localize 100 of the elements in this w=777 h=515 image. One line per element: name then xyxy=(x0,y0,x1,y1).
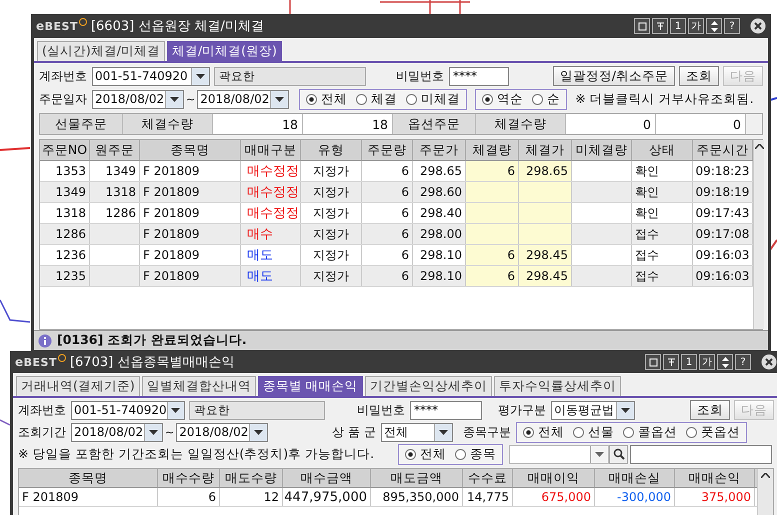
window-icon[interactable] xyxy=(645,354,661,370)
field-label: 계좌번호 xyxy=(39,68,87,84)
column-header: 체결량 xyxy=(466,140,519,160)
account-select[interactable]: 001-51-740920 xyxy=(71,400,185,420)
scrollbar[interactable] xyxy=(757,469,773,515)
column-header: 매매손실 xyxy=(595,469,675,487)
help-button[interactable]: ? xyxy=(724,18,740,34)
action-button[interactable]: 일괄정정/취소주문 xyxy=(552,66,675,86)
number-button[interactable]: 1 xyxy=(670,18,686,34)
table-cell: 매수 xyxy=(241,224,301,244)
column-header: 매수수량 xyxy=(158,469,220,487)
font-button[interactable]: 가 xyxy=(688,18,704,34)
updown-icon[interactable] xyxy=(706,18,722,34)
tab[interactable]: 일별체결합산내역 xyxy=(142,376,256,396)
field-label: 조회기간 xyxy=(18,424,66,440)
field-label: 비밀번호 xyxy=(357,402,405,418)
help-button[interactable]: ? xyxy=(735,354,751,370)
product-select[interactable]: 전체 xyxy=(380,422,453,442)
table-cell: 확인 xyxy=(632,203,693,223)
search-icon[interactable] xyxy=(609,444,628,464)
tab[interactable]: 투자수익률상세추이 xyxy=(494,376,621,396)
status-message: [0136] 조회가 완료되었습니다. xyxy=(57,332,247,349)
column-header: 주문NO xyxy=(40,140,90,160)
table-cell: 1286 xyxy=(90,203,140,223)
instrument-radio[interactable]: 전체 xyxy=(522,424,564,440)
range-separator: ~ xyxy=(186,92,196,106)
instrument-radio[interactable]: 풋옵션 xyxy=(686,424,740,440)
filter-radio[interactable]: 전체 xyxy=(306,90,348,108)
range-separator: ~ xyxy=(165,426,174,438)
table-cell: 확인 xyxy=(632,161,693,181)
close-icon[interactable] xyxy=(759,352,777,372)
app-logo: eBEST xyxy=(36,19,78,33)
table-cell: 6 xyxy=(362,161,413,181)
column-header: 유형 xyxy=(301,140,362,160)
tab[interactable]: 기간별손익상세추이 xyxy=(364,376,492,396)
filter-radio[interactable]: 체결 xyxy=(356,90,398,108)
summary-cell: 0 xyxy=(566,114,656,134)
column-header: 매도금액 xyxy=(371,469,463,487)
scroll-up-icon[interactable] xyxy=(760,473,770,481)
tab[interactable]: (실시간)체결/미체결 xyxy=(37,41,165,61)
table-cell: 접수 xyxy=(632,245,693,265)
column-header: 매도수량 xyxy=(220,469,283,487)
instrument-radio[interactable]: 콜옵션 xyxy=(622,424,677,440)
account-select[interactable]: 001-51-740920 xyxy=(92,66,210,86)
action-button[interactable]: 조회 xyxy=(690,400,730,420)
valuation-select[interactable]: 이동평균법 xyxy=(551,400,635,420)
info-icon xyxy=(38,334,52,348)
dropdown-icon xyxy=(165,90,183,108)
password-field[interactable]: **** xyxy=(449,66,509,86)
font-button[interactable]: 가 xyxy=(699,354,715,370)
date-field[interactable]: 2018/08/02 xyxy=(197,90,290,108)
dropdown-icon xyxy=(270,90,288,108)
tab[interactable]: 거래내역(결제기준) xyxy=(16,376,140,396)
scope-radio[interactable]: 전체 xyxy=(405,446,446,462)
table-cell: F 201809 xyxy=(140,245,241,265)
date-field[interactable]: 2018/08/02 xyxy=(176,422,268,442)
table-cell: 895,350,000 xyxy=(371,488,463,506)
table-cell: 6 xyxy=(362,224,413,244)
tab[interactable]: 체결/미체결(원장) xyxy=(166,41,282,61)
table-cell: 1349 xyxy=(90,161,140,181)
table-cell: 1318 xyxy=(40,203,90,223)
field-label: 계좌번호 xyxy=(18,402,66,418)
table-cell: 6 xyxy=(158,488,220,506)
window-icon[interactable] xyxy=(634,18,650,34)
field-label: 주문일자 xyxy=(39,90,87,108)
table-cell: -300,000 xyxy=(595,488,675,506)
table-cell: 6 xyxy=(466,245,519,265)
number-button[interactable]: 1 xyxy=(681,354,697,370)
summary-cell: 18 xyxy=(213,114,303,134)
column-header: 매매이익 xyxy=(513,469,595,487)
table-cell: 지정가 xyxy=(301,182,362,202)
summary-cell: 체결수량 xyxy=(123,114,213,134)
scope-radio[interactable]: 종목 xyxy=(455,446,496,462)
column-header: 종목명 xyxy=(19,469,158,487)
dropdown-icon xyxy=(191,68,209,84)
column-header: 미체결량 xyxy=(572,140,632,160)
pin-icon[interactable] xyxy=(652,18,668,34)
column-header: 매매구분 xyxy=(241,140,301,160)
sort-radio[interactable]: 순 xyxy=(532,90,560,108)
filter-radio[interactable]: 미체결 xyxy=(406,90,460,108)
symbol-field[interactable] xyxy=(630,444,772,464)
date-field[interactable]: 2018/08/02 xyxy=(92,90,184,108)
pin-icon[interactable] xyxy=(663,354,679,370)
table-cell: 675,000 xyxy=(513,488,595,506)
dropdown-icon xyxy=(249,424,268,440)
table-cell: 14,775 xyxy=(463,488,513,506)
close-icon[interactable] xyxy=(748,16,768,36)
password-field[interactable]: **** xyxy=(410,400,482,420)
sort-radio[interactable]: 역순 xyxy=(482,90,524,108)
action-button[interactable]: 조회 xyxy=(679,66,719,86)
tab[interactable]: 종목별 매매손익 xyxy=(258,376,363,396)
table-cell: 6 xyxy=(466,266,519,286)
scroll-up-icon[interactable] xyxy=(754,144,764,152)
dropdown-icon xyxy=(616,402,634,418)
instrument-radio[interactable]: 선물 xyxy=(572,424,614,440)
table-cell: 지정가 xyxy=(301,161,362,181)
date-field[interactable]: 2018/08/02 xyxy=(71,422,163,442)
summary-cell: 체결수량 xyxy=(476,114,566,134)
scrollbar[interactable] xyxy=(753,140,764,329)
updown-icon[interactable] xyxy=(717,354,733,370)
